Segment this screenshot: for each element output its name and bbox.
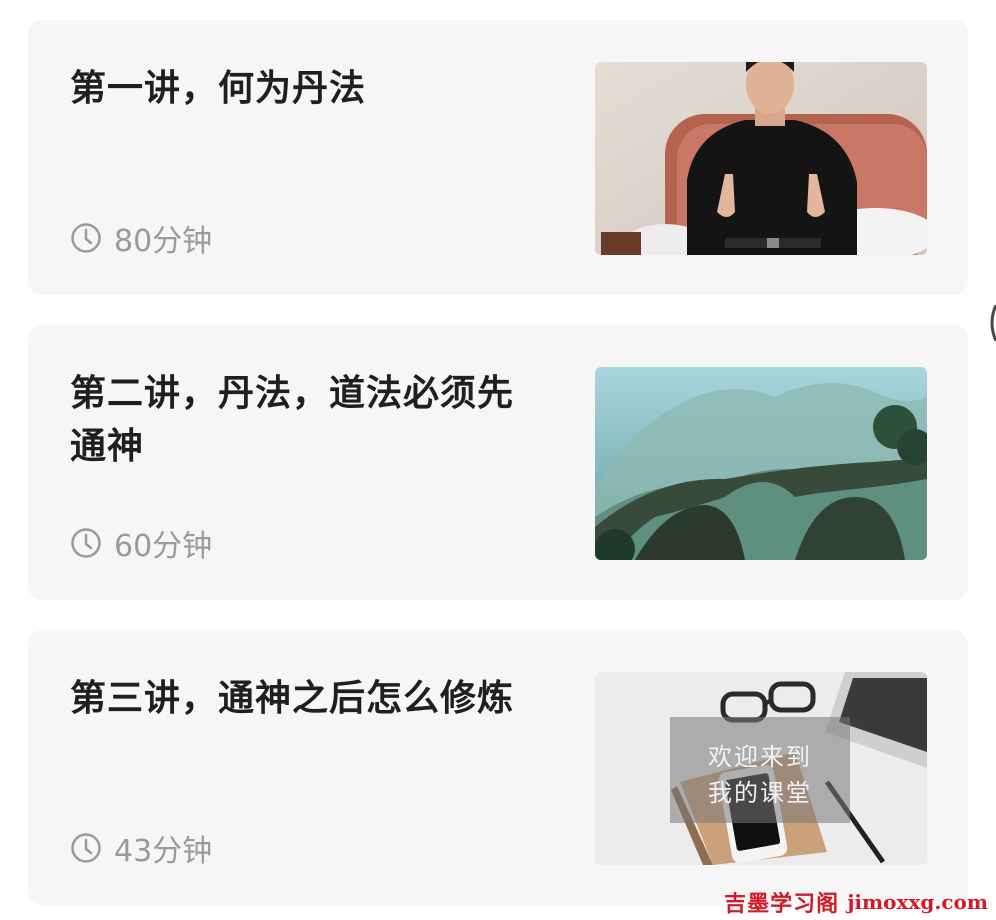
clock-icon [71, 528, 101, 558]
edge-indicator [990, 305, 996, 341]
lesson-card-2[interactable]: 第二讲，丹法，道法必须先通神 60分钟 [28, 325, 968, 600]
person-meditating-thumbnail[interactable] [595, 62, 927, 255]
watermark-chinese: 吉墨学习阁 [724, 892, 840, 917]
overlay-line-1: 欢迎来到 [708, 743, 812, 771]
lesson-title: 第二讲，丹法，道法必须先通神 [70, 373, 515, 467]
lesson-list-page: 第一讲，何为丹法 80分钟 第二讲，丹法，道法必须先通神 60分钟 第三讲，通神… [0, 0, 996, 920]
overlay-line-2: 我的课堂 [708, 779, 812, 807]
stone-arch-landscape-thumbnail[interactable] [595, 367, 927, 560]
watermark: 吉墨学习阁 jimoxxg.com [724, 888, 988, 917]
lesson-card-3[interactable]: 第三讲，通神之后怎么修炼 43分钟 欢迎来到 我的课堂 [28, 630, 968, 905]
clock-icon [71, 833, 101, 863]
lesson-duration: 60分钟 [70, 525, 212, 564]
clock-icon [71, 223, 101, 253]
lesson-title: 第三讲，通神之后怎么修炼 [70, 678, 515, 719]
lesson-card-1[interactable]: 第一讲，何为丹法 80分钟 [28, 20, 968, 295]
lesson-duration-text: 43分钟 [114, 834, 213, 869]
desk-notebook-thumbnail[interactable]: 欢迎来到 我的课堂 [595, 672, 927, 865]
lesson-duration: 80分钟 [70, 220, 212, 259]
welcome-overlay: 欢迎来到 我的课堂 [670, 717, 850, 823]
watermark-url: jimoxxg.com [847, 890, 988, 914]
lesson-duration: 43分钟 [70, 830, 212, 869]
lesson-duration-text: 80分钟 [114, 224, 213, 259]
lesson-title: 第一讲，何为丹法 [70, 68, 367, 109]
lesson-duration-text: 60分钟 [114, 529, 213, 564]
